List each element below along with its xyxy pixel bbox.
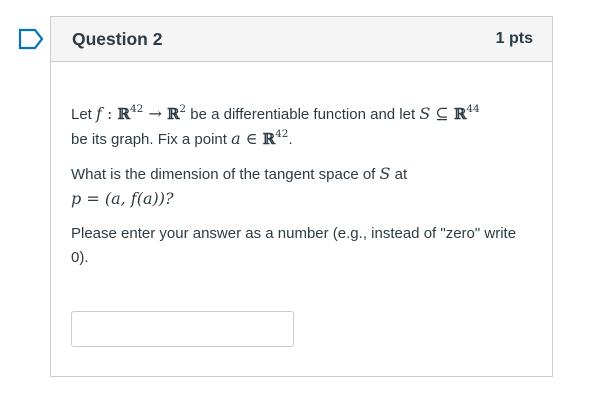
question-paragraph-2: What is the dimension of the tangent spa… [71, 162, 532, 212]
answer-input[interactable] [71, 311, 294, 347]
question-title: Question 2 [72, 28, 163, 49]
math-a: a [231, 129, 241, 148]
math-arrow: → [143, 104, 167, 123]
math-point-expression: p = (a, f(a))? [71, 189, 174, 208]
question-points: 1 pts [495, 30, 533, 47]
math-colon: : [101, 104, 118, 123]
math-subset: ⊆ [430, 104, 454, 123]
text: be a differentiable function and let [186, 106, 420, 123]
math-reals: ℝ [453, 105, 467, 123]
text: What is the dimension of the tangent spa… [71, 166, 380, 183]
question-header: Question 2 1 pts [51, 17, 552, 62]
question-body: Let f : ℝ42 → ℝ2 be a differentiable fun… [51, 62, 552, 270]
math-reals: ℝ [117, 105, 130, 123]
math-S: S [419, 104, 431, 123]
text: Let [71, 106, 97, 123]
math-exponent: 44 [466, 103, 480, 115]
math-exponent: 42 [129, 103, 144, 115]
math-exponent: 42 [275, 128, 289, 140]
text: at [390, 166, 408, 183]
math-reals: ℝ [166, 105, 180, 123]
text: . [288, 131, 293, 148]
bookmark-flag-icon[interactable] [18, 28, 44, 50]
question-card: Question 2 1 pts Let f : ℝ42 → ℝ2 be a d… [50, 16, 553, 377]
text: be its graph. Fix a point [71, 131, 232, 148]
quiz-page: Question 2 1 pts Let f : ℝ42 → ℝ2 be a d… [0, 0, 615, 408]
question-paragraph-3: Please enter your answer as a number (e.… [71, 225, 517, 266]
question-paragraph-1: Let f : ℝ42 → ℝ2 be a differentiable fun… [71, 102, 532, 152]
math-S: S [379, 164, 391, 183]
math-in: ∈ [240, 129, 263, 148]
math-reals: ℝ [262, 130, 276, 148]
